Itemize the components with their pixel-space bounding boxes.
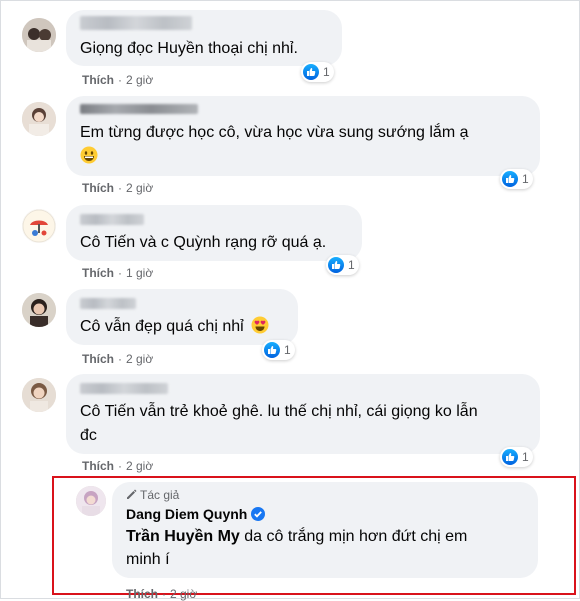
like-button[interactable]: Thích — [82, 459, 114, 473]
comment-text-line-2: đc — [80, 427, 97, 444]
comment-meta: Thích · 2 giờ — [82, 352, 154, 366]
timestamp[interactable]: 1 giờ — [126, 266, 153, 280]
reaction-count[interactable]: 1 — [301, 62, 334, 82]
reaction-count[interactable]: 1 — [500, 169, 533, 189]
reaction-number: 1 — [522, 172, 529, 186]
timestamp[interactable]: 2 giờ — [126, 352, 153, 366]
comment-bubble: Tác giả Dang Diem Quynh Trần Huyền My da… — [112, 482, 538, 578]
avatar[interactable] — [76, 486, 106, 516]
grinning-emoji-icon — [80, 146, 98, 169]
comment-bubble: Cô Tiến và c Quỳnh rạng rỡ quá ạ. — [66, 205, 362, 261]
avatar[interactable] — [22, 102, 56, 136]
blurred-name — [80, 383, 168, 394]
pencil-icon — [127, 489, 137, 499]
like-icon — [264, 342, 280, 358]
blurred-name — [80, 214, 144, 225]
comment-meta: Thích · 2 giờ — [82, 459, 154, 473]
comment-bubble: Cô vẫn đẹp quá chị nhỉ — [66, 289, 298, 345]
reply-text-line-1: Trần Huyền My da cô trắng mịn hơn đứt ch… — [126, 526, 467, 548]
timestamp[interactable]: 2 giờ — [126, 459, 153, 473]
like-icon — [502, 449, 518, 465]
author-name-label[interactable]: Dang Diem Quynh — [126, 506, 247, 522]
comment-text-line: Em từng được học cô, vừa học vừa sung sư… — [80, 124, 469, 141]
like-icon — [303, 64, 319, 80]
comment-bubble: Cô Tiến vẫn trẻ khoẻ ghê. lu thế chị nhỉ… — [66, 374, 540, 454]
reaction-count[interactable]: 1 — [500, 447, 533, 467]
comment-text-line: Cô vẫn đẹp quá chị nhỉ — [80, 318, 244, 335]
like-icon — [502, 171, 518, 187]
comment-meta: Thích · 2 giờ — [82, 181, 154, 195]
comment-bubble: Giọng đọc Huyền thoại chị nhỉ. — [66, 10, 342, 66]
author-tag: Tác giả — [126, 488, 179, 502]
comment-text: Giọng đọc Huyền thoại chị nhỉ. — [80, 40, 298, 57]
avatar[interactable] — [22, 293, 56, 327]
comment-text-line-1: Cô Tiến vẫn trẻ khoẻ ghê. lu thế chị nhỉ… — [80, 403, 478, 420]
reaction-count[interactable]: 1 — [326, 255, 359, 275]
like-button[interactable]: Thích — [82, 352, 114, 366]
reply-text: da cô trắng mịn hơn đứt chị em — [239, 528, 468, 545]
reply-text-line-2: minh í — [126, 551, 170, 568]
blurred-name — [80, 298, 136, 309]
comment-bubble: Em từng được học cô, vừa học vừa sung sư… — [66, 96, 540, 176]
reaction-number: 1 — [348, 258, 355, 272]
avatar[interactable] — [22, 209, 56, 243]
blurred-name — [80, 104, 198, 114]
comment-meta: Thích · 2 giờ — [82, 73, 154, 87]
reaction-count[interactable]: 1 — [262, 340, 295, 360]
timestamp[interactable]: 2 giờ — [126, 181, 153, 195]
comment-text: Em từng được học cô, vừa học vừa sung sư… — [80, 122, 468, 144]
heart-eyes-emoji-icon — [251, 316, 269, 341]
comment-text: Cô Tiến và c Quỳnh rạng rỡ quá ạ. — [80, 234, 327, 251]
like-button[interactable]: Thích — [82, 73, 114, 87]
verified-badge-icon — [251, 507, 266, 521]
reaction-number: 1 — [323, 65, 330, 79]
comment-text: Cô vẫn đẹp quá chị nhỉ — [80, 316, 269, 341]
avatar[interactable] — [22, 18, 56, 52]
author-name[interactable]: Dang Diem Quynh — [126, 506, 266, 522]
reaction-number: 1 — [284, 343, 291, 357]
mention-link[interactable]: Trần Huyền My — [126, 528, 240, 545]
like-button[interactable]: Thích — [82, 181, 114, 195]
like-icon — [328, 257, 344, 273]
reaction-number: 1 — [522, 450, 529, 464]
comment-meta: Thích · 1 giờ — [82, 266, 154, 280]
timestamp[interactable]: 2 giờ — [126, 73, 153, 87]
blurred-name — [80, 16, 192, 30]
avatar[interactable] — [22, 378, 56, 412]
author-tag-label: Tác giả — [140, 488, 180, 502]
like-button[interactable]: Thích — [82, 266, 114, 280]
